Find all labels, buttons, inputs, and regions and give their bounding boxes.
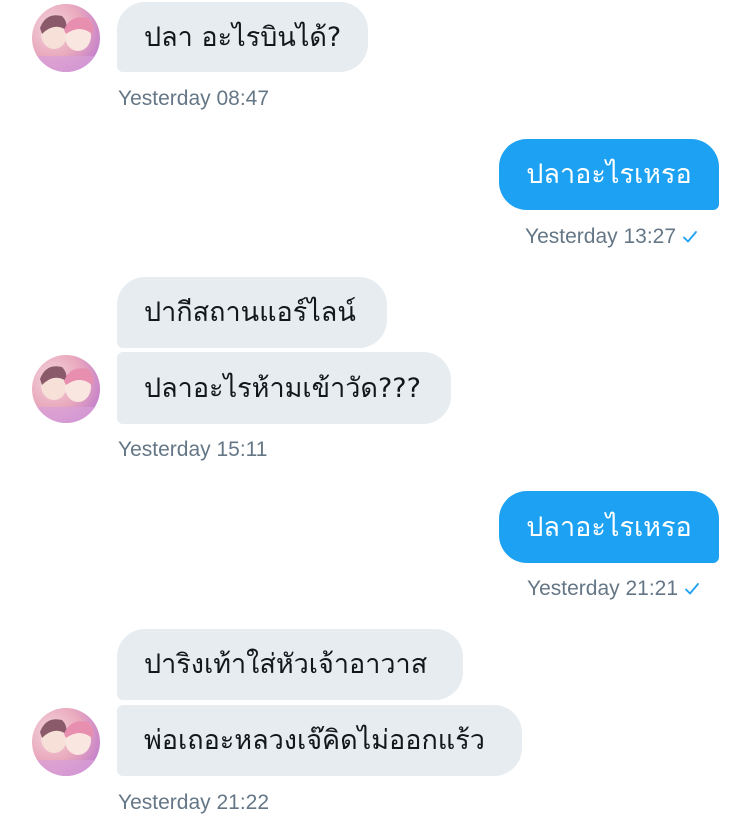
- user-avatar-icon: [38, 719, 94, 776]
- message-text: ปลา อะไรบินได้?: [144, 21, 342, 53]
- message-text: ปลาอะไรห้ามเข้าวัด???: [144, 372, 421, 404]
- message-text: พ่อเถอะหลวงเจ๊คิดไม่ออกแร้ว: [144, 725, 485, 756]
- user-avatar-icon: [38, 366, 94, 423]
- checkmark-icon: [682, 228, 698, 249]
- incoming-message[interactable]: ปลาอะไรห้ามเข้าวัด???: [117, 352, 451, 424]
- message-timestamp: Yesterday 21:21: [527, 577, 679, 600]
- incoming-message[interactable]: ปากีสถานแอร์ไลน์: [117, 277, 387, 348]
- contact-avatar[interactable]: [32, 4, 100, 72]
- message-timestamp: Yesterday 08:47: [118, 87, 270, 110]
- message-text: ปากีสถานแอร์ไลน์: [144, 297, 356, 328]
- message-text: ปาริงเท้าใส่หัวเจ้าอาวาส: [144, 649, 428, 680]
- message-timestamp: Yesterday 13:27: [525, 225, 677, 248]
- message-text: ปลาอะไรเหรอ: [526, 511, 692, 543]
- message-timestamp: Yesterday 21:22: [118, 791, 270, 814]
- user-avatar-icon: [38, 15, 94, 72]
- outgoing-message[interactable]: ปลาอะไรเหรอ: [499, 139, 719, 210]
- incoming-message[interactable]: ปาริงเท้าใส่หัวเจ้าอาวาส: [117, 629, 463, 700]
- message-text: ปลาอะไรเหรอ: [526, 159, 692, 190]
- checkmark-icon: [684, 580, 700, 601]
- message-timestamp-row: Yesterday 13:27: [525, 226, 698, 249]
- message-timestamp: Yesterday 15:11: [118, 438, 268, 461]
- contact-avatar[interactable]: [32, 355, 100, 423]
- message-timestamp-row: Yesterday 21:21: [527, 578, 700, 601]
- incoming-message[interactable]: พ่อเถอะหลวงเจ๊คิดไม่ออกแร้ว: [117, 705, 522, 776]
- contact-avatar[interactable]: [32, 708, 100, 776]
- incoming-message[interactable]: ปลา อะไรบินได้?: [117, 2, 368, 72]
- outgoing-message[interactable]: ปลาอะไรเหรอ: [499, 491, 719, 563]
